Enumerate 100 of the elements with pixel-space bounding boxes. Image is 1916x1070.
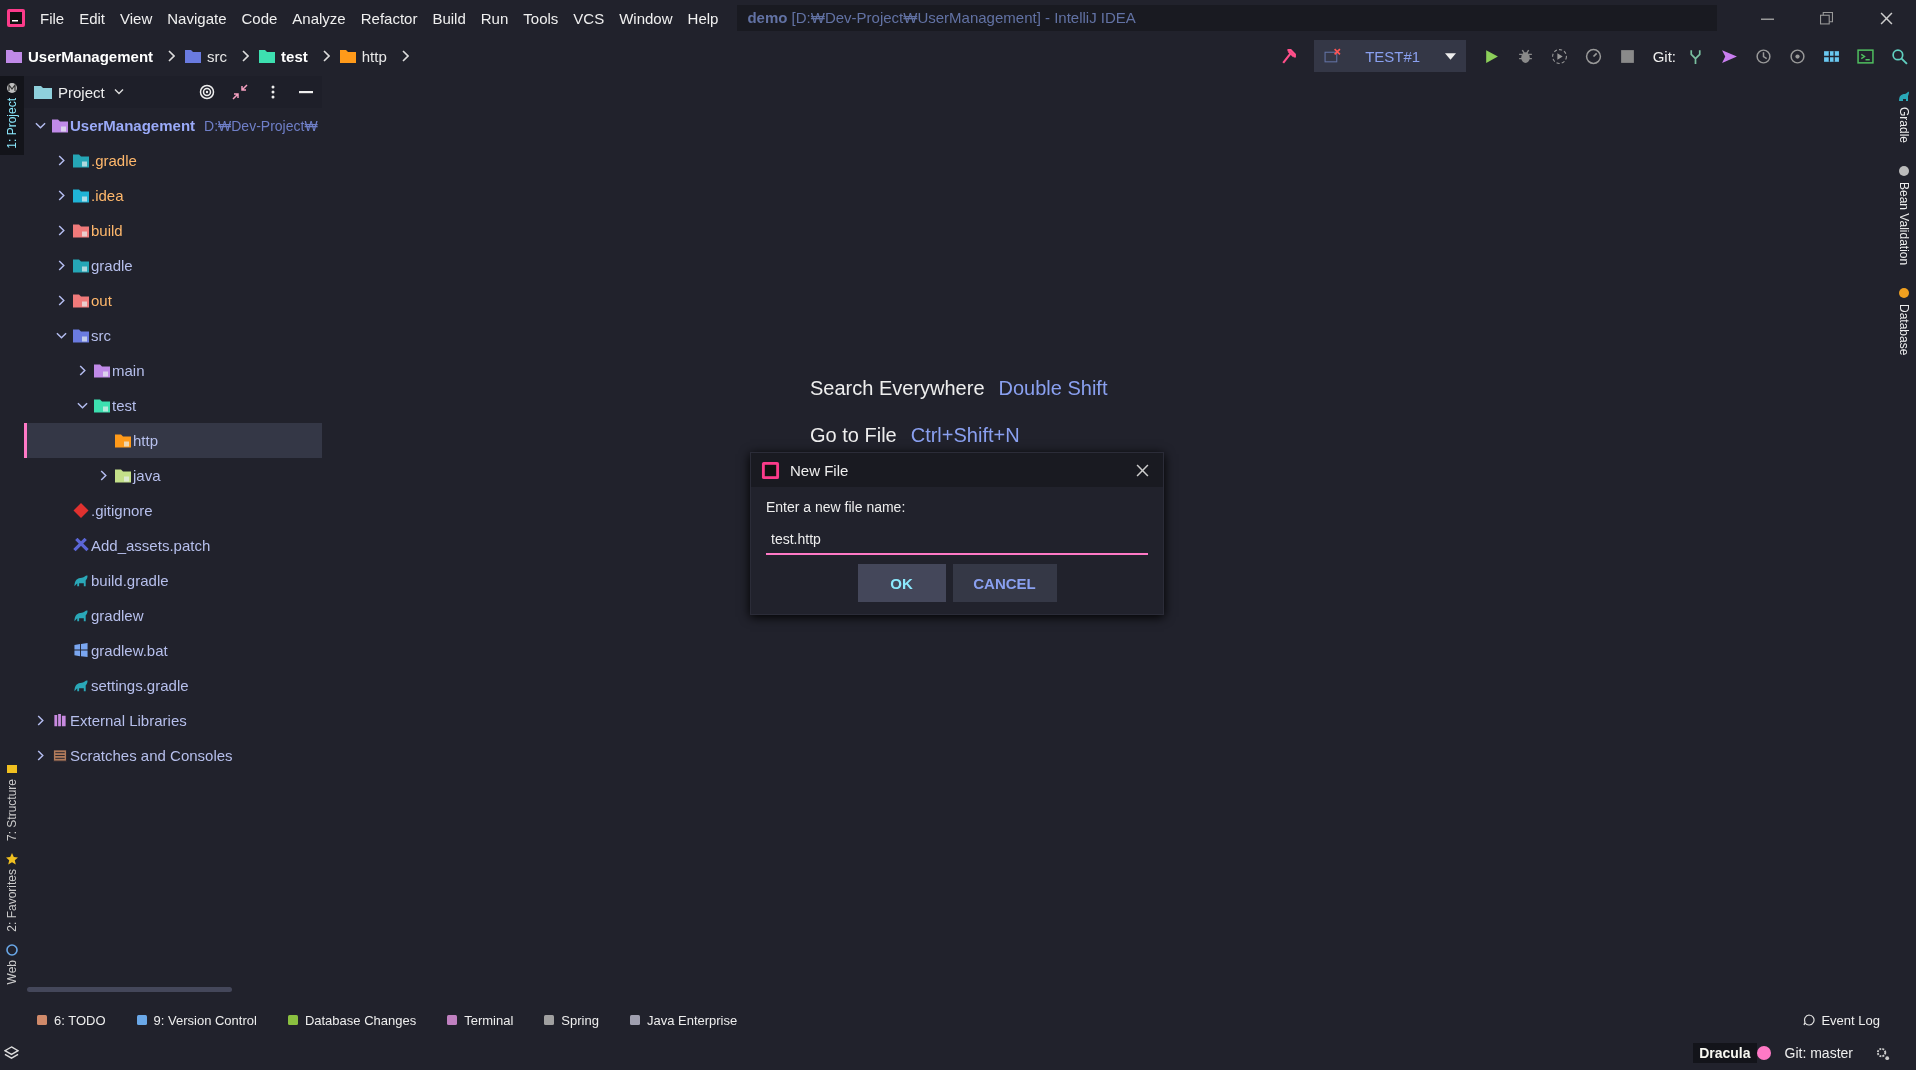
git-branch-status[interactable]: Git: master [1784, 1045, 1853, 1061]
tree-label: http [133, 432, 159, 449]
breadcrumb[interactable]: src [207, 47, 228, 65]
tree-item[interactable]: gradlew.bat [24, 633, 322, 668]
tree-item[interactable]: settings.gradle [24, 668, 322, 703]
close-icon[interactable] [1136, 463, 1149, 477]
tree-item[interactable]: Add_assets.patch [24, 528, 322, 563]
tree-item[interactable]: .idea [24, 178, 322, 213]
coverage-icon[interactable] [1550, 47, 1568, 65]
close-icon[interactable] [1879, 11, 1893, 25]
push-icon[interactable] [1721, 47, 1738, 65]
breadcrumb[interactable]: test [281, 47, 308, 65]
chevron-icon[interactable] [56, 225, 67, 236]
chevron-icon[interactable] [56, 155, 67, 166]
file-icon [73, 573, 89, 588]
rollback-icon[interactable] [1789, 47, 1806, 65]
tool-window-button[interactable]: Spring [543, 1012, 599, 1028]
terminal-icon[interactable] [1857, 47, 1874, 65]
tool-window-button[interactable]: Terminal [446, 1012, 514, 1028]
menu-item[interactable]: Run [480, 9, 509, 27]
tool-window-tab[interactable]: Web [0, 937, 24, 990]
chevron-icon[interactable] [56, 190, 67, 201]
file-icon [73, 643, 89, 658]
tool-window-icon [286, 1014, 299, 1026]
tree-item[interactable]: UserManagement D:₩Dev-Project₩ [24, 108, 322, 143]
layers-icon[interactable] [4, 1045, 19, 1061]
tree-item[interactable]: http [24, 423, 322, 458]
chevron-icon[interactable] [77, 365, 88, 376]
chevron-icon[interactable] [35, 715, 46, 726]
branch-icon[interactable] [1687, 47, 1704, 65]
debug-icon[interactable] [1516, 47, 1534, 65]
cancel-button[interactable]: CANCEL [952, 564, 1057, 602]
chevron-icon[interactable] [35, 750, 46, 761]
chevron-icon[interactable] [35, 120, 46, 131]
tool-window-tab[interactable]: Gradle [1897, 90, 1911, 144]
folder-icon [73, 223, 89, 238]
event-log-button[interactable]: Event Log [1803, 1012, 1880, 1028]
tool-window-button[interactable]: 6: TODO [36, 1012, 106, 1028]
menu-item[interactable]: Edit [79, 9, 106, 27]
tool-window-tab[interactable]: Database [1897, 287, 1911, 356]
tool-window-button[interactable]: 9: Version Control [135, 1012, 257, 1028]
chevron-icon[interactable] [77, 400, 88, 411]
menu-item[interactable]: Window [619, 9, 673, 27]
tree-item[interactable]: External Libraries [24, 703, 322, 738]
tool-window-tab[interactable]: 7: Structure [0, 756, 24, 847]
tree-item[interactable]: build.gradle [24, 563, 322, 598]
collapse-icon[interactable] [232, 84, 248, 100]
run-configuration-dropdown[interactable]: TEST#1 [1313, 40, 1466, 72]
stop-icon[interactable] [1618, 47, 1636, 65]
tree-item[interactable]: out [24, 283, 322, 318]
tree-item[interactable]: test [24, 388, 322, 423]
breadcrumb[interactable]: UserManagement [28, 47, 154, 65]
tool-window-tab[interactable]: 2: Favorites [0, 846, 24, 938]
tree-label: gradlew.bat [91, 642, 168, 659]
tool-window-button[interactable]: Java Enterprise [628, 1012, 738, 1028]
tool-window-button[interactable]: Database Changes [286, 1012, 417, 1028]
theme-label[interactable]: Dracula [1693, 1043, 1757, 1063]
menu-item[interactable]: VCS [573, 9, 605, 27]
tree-item[interactable]: Scratches and Consoles [24, 738, 322, 773]
menu-item[interactable]: Help [687, 9, 719, 27]
menu-item[interactable]: Navigate [167, 9, 227, 27]
hint-action: Search Everywhere [810, 377, 985, 400]
caret-icon[interactable] [113, 89, 124, 95]
tool-window-tab[interactable]: Bean Validation [1897, 165, 1911, 266]
ok-button[interactable]: OK [857, 564, 946, 602]
tree-item[interactable]: src [24, 318, 322, 353]
tree-item[interactable]: java [24, 458, 322, 493]
tool-window-tab[interactable]: 1: Project [0, 76, 24, 155]
tree-item[interactable]: gradlew [24, 598, 322, 633]
history-icon[interactable] [1755, 47, 1772, 65]
folder-icon [73, 153, 89, 168]
target-icon[interactable] [199, 84, 215, 100]
profiler-icon[interactable] [1584, 47, 1602, 65]
tree-label: Scratches and Consoles [70, 747, 233, 764]
scrollbar[interactable] [27, 987, 232, 992]
chevron-icon[interactable] [56, 330, 67, 341]
chevron-icon[interactable] [98, 470, 109, 481]
panel-title-dropdown[interactable]: Project [58, 83, 105, 101]
menu-item[interactable]: Tools [523, 9, 559, 27]
tree-item[interactable]: .gitignore [24, 493, 322, 528]
file-name-field[interactable]: test.http [766, 525, 1148, 555]
tree-item[interactable]: main [24, 353, 322, 388]
tree-item[interactable]: gradle [24, 248, 322, 283]
chevron-icon[interactable] [56, 260, 67, 271]
breadcrumb[interactable]: http [361, 47, 387, 65]
restore-icon[interactable] [1820, 11, 1834, 25]
menu-item[interactable]: View [120, 9, 153, 27]
menu-item[interactable]: Code [241, 9, 278, 27]
chevron-icon[interactable] [56, 295, 67, 306]
app-logo-icon[interactable] [6, 8, 26, 28]
menu-item[interactable]: Refactor [360, 9, 418, 27]
menu-item[interactable]: Analyze [292, 9, 346, 27]
settings-icon[interactable] [1875, 1045, 1890, 1061]
caret-icon [1444, 52, 1456, 60]
search-icon[interactable] [1891, 47, 1908, 65]
tree-item[interactable]: build [24, 213, 322, 248]
menu-item[interactable]: File [40, 9, 65, 27]
menu-item[interactable]: Build [432, 9, 466, 27]
tree-item[interactable]: .gradle [24, 143, 322, 178]
tool-window-icon [36, 1014, 48, 1026]
